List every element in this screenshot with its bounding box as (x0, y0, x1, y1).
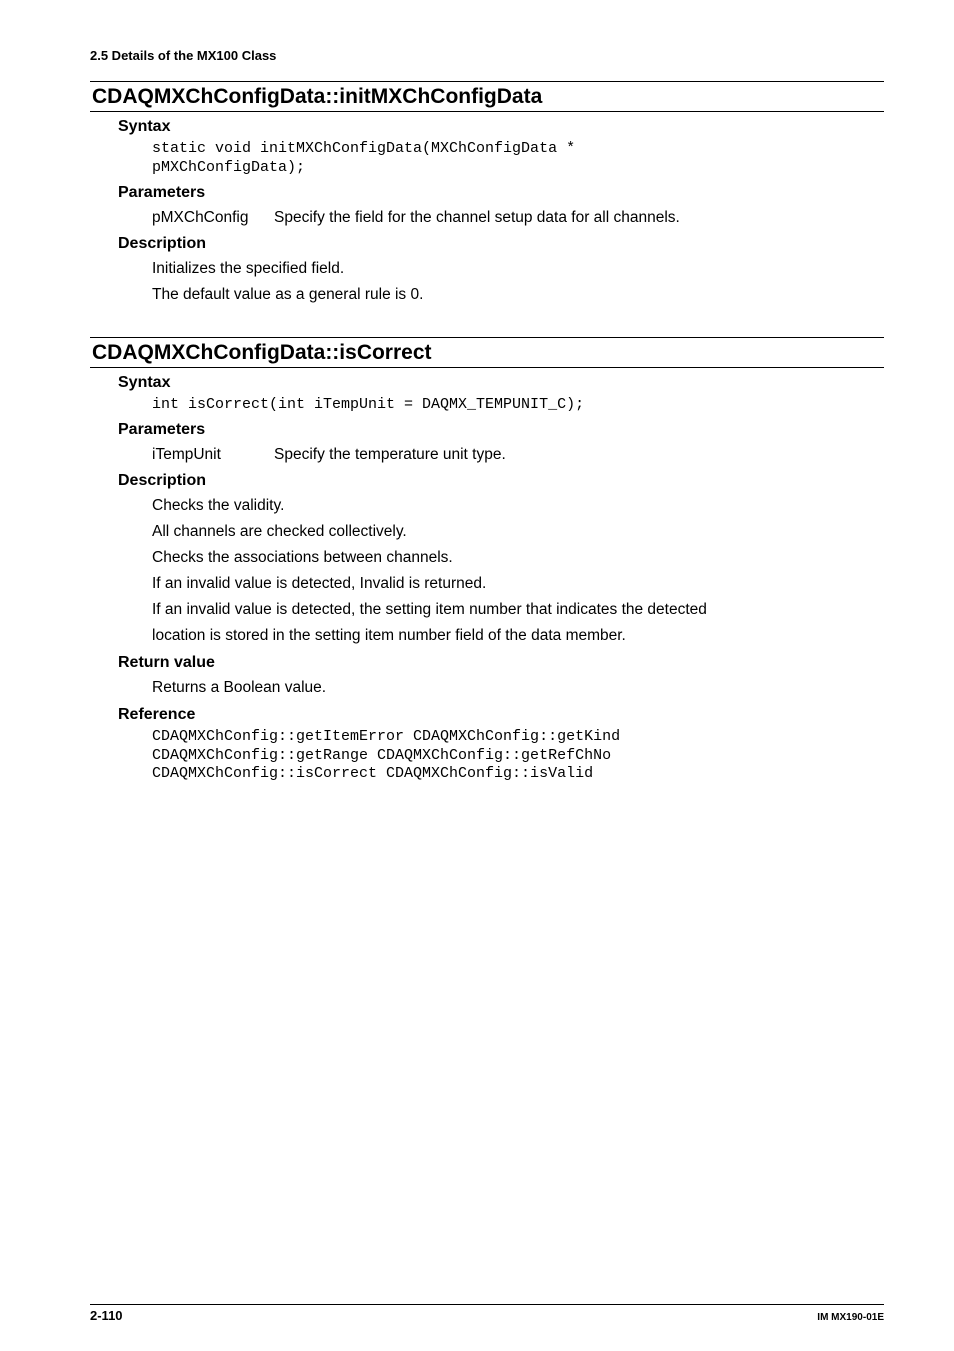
parameter-desc: Specify the field for the channel setup … (274, 206, 884, 229)
description-body: Checks the validity. All channels are ch… (152, 494, 884, 648)
desc-line: All channels are checked collectively. (152, 520, 884, 544)
function-block-init: CDAQMXChConfigData::initMXChConfigData S… (90, 81, 884, 307)
section-header: 2.5 Details of the MX100 Class (90, 48, 884, 63)
desc-line: Checks the associations between channels… (152, 546, 884, 570)
desc-line: The default value as a general rule is 0… (152, 283, 884, 307)
rule-under-title (90, 367, 884, 368)
parameter-row: pMXChConfig Specify the field for the ch… (152, 206, 884, 229)
desc-line: If an invalid value is detected, Invalid… (152, 572, 884, 596)
description-heading: Description (118, 235, 884, 253)
parameters-heading: Parameters (118, 421, 884, 439)
reference-code: CDAQMXChConfig::getItemError CDAQMXChCon… (152, 728, 884, 784)
syntax-code: static void initMXChConfigData(MXChConfi… (152, 140, 884, 178)
return-line: Returns a Boolean value. (152, 676, 884, 700)
page-footer: 2-110 IM MX190-01E (90, 1304, 884, 1323)
page-number: 2-110 (90, 1308, 123, 1323)
document-id: IM MX190-01E (817, 1312, 884, 1323)
return-value-heading: Return value (118, 654, 884, 672)
parameter-row: iTempUnit Specify the temperature unit t… (152, 443, 884, 466)
description-body: Initializes the specified field. The def… (152, 257, 884, 307)
desc-line: If an invalid value is detected, the set… (152, 598, 884, 622)
desc-line: Checks the validity. (152, 494, 884, 518)
function-title: CDAQMXChConfigData::initMXChConfigData (90, 85, 884, 109)
desc-line: location is stored in the setting item n… (152, 624, 884, 648)
function-block-iscorrect: CDAQMXChConfigData::isCorrect Syntax int… (90, 337, 884, 784)
rule-under-title (90, 111, 884, 112)
return-value-body: Returns a Boolean value. (152, 676, 884, 700)
parameters-heading: Parameters (118, 184, 884, 202)
reference-heading: Reference (118, 706, 884, 724)
syntax-heading: Syntax (118, 118, 884, 136)
syntax-heading: Syntax (118, 374, 884, 392)
rule-top (90, 81, 884, 82)
description-heading: Description (118, 472, 884, 490)
parameter-name: pMXChConfig (152, 206, 274, 229)
desc-line: Initializes the specified field. (152, 257, 884, 281)
parameter-name: iTempUnit (152, 443, 274, 466)
parameter-desc: Specify the temperature unit type. (274, 443, 884, 466)
rule-top (90, 337, 884, 338)
function-title: CDAQMXChConfigData::isCorrect (90, 341, 884, 365)
syntax-code: int isCorrect(int iTempUnit = DAQMX_TEMP… (152, 396, 884, 415)
